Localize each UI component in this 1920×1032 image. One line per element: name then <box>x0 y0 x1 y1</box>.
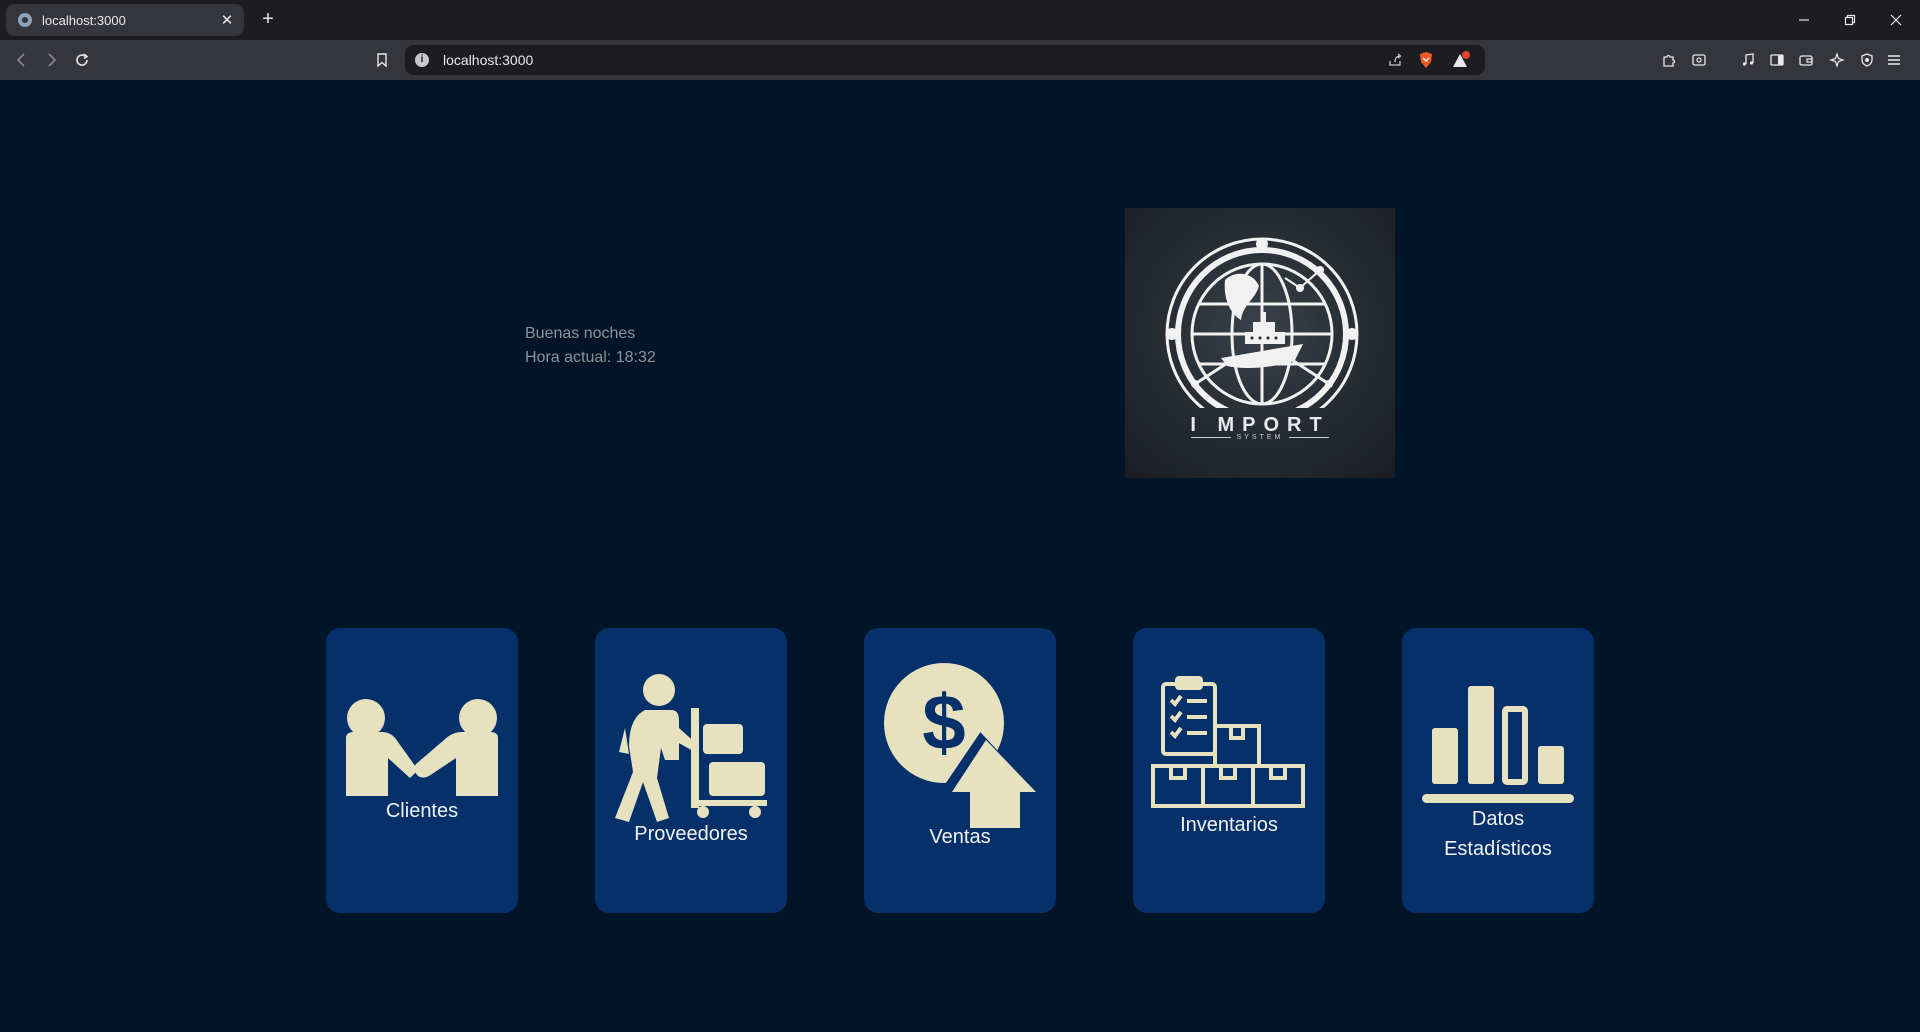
tab-strip: localhost:3000 ✕ + <box>0 0 1920 40</box>
back-icon[interactable] <box>10 48 34 72</box>
browser-tab[interactable]: localhost:3000 ✕ <box>6 4 244 36</box>
site-info-icon[interactable]: i <box>415 53 429 67</box>
forward-icon[interactable] <box>39 48 63 72</box>
bookmark-icon[interactable] <box>370 48 394 72</box>
globe-ship-emblem-icon <box>1165 237 1359 431</box>
card-proveedores[interactable]: Proveedores <box>595 628 787 913</box>
card-inventarios[interactable]: Inventarios <box>1133 628 1325 913</box>
logo-sub-text: SYSTEM <box>1125 434 1395 441</box>
bar-chart-icon <box>1422 686 1574 803</box>
card-label-estadisticos: Estadísticos <box>1444 838 1552 860</box>
address-bar[interactable]: i localhost:3000 <box>405 45 1485 75</box>
leo-ai-icon[interactable] <box>1825 48 1849 72</box>
card-clientes[interactable]: Clientes <box>326 628 518 913</box>
card-ventas[interactable]: $ Ventas <box>864 628 1056 913</box>
minimize-icon[interactable] <box>1784 0 1824 40</box>
handshake-icon <box>346 699 498 796</box>
close-window-icon[interactable] <box>1876 0 1916 40</box>
greeting-block: Buenas noches Hora actual: 18:32 <box>525 322 656 370</box>
import-system-logo: I MPORT SYSTEM <box>1125 208 1395 478</box>
wallet-icon[interactable] <box>1794 48 1818 72</box>
share-icon[interactable] <box>1387 52 1403 73</box>
media-icon[interactable] <box>1736 48 1760 72</box>
card-label-inventarios: Inventarios <box>1180 814 1278 836</box>
sidebar-icon[interactable] <box>1765 48 1789 72</box>
vpn-icon[interactable] <box>1855 48 1879 72</box>
tab-title: localhost:3000 <box>42 12 126 28</box>
brave-shields-icon[interactable] <box>1417 51 1435 74</box>
inventory-clipboard-icon <box>1151 676 1305 808</box>
extensions-icon[interactable] <box>1657 48 1681 72</box>
new-tab-button[interactable]: + <box>256 7 280 31</box>
greeting-text: Buenas noches <box>525 325 636 342</box>
card-label-ventas: Ventas <box>929 826 991 848</box>
tab-close-icon[interactable]: ✕ <box>216 11 238 29</box>
card-datos-estadisticos[interactable]: Datos Estadísticos <box>1402 628 1594 913</box>
reload-icon[interactable] <box>70 48 94 72</box>
menu-icon[interactable] <box>1882 48 1906 72</box>
card-label-datos: Datos <box>1471 808 1525 830</box>
card-label-clientes: Clientes <box>385 800 459 822</box>
brave-rewards-icon[interactable] <box>1451 51 1471 74</box>
current-time-text: Hora actual: 18:32 <box>525 349 656 366</box>
site-favicon-icon <box>18 13 32 27</box>
url-text: localhost:3000 <box>443 52 534 68</box>
svg-text:$: $ <box>922 678 965 766</box>
card-label-proveedores: Proveedores <box>634 823 748 845</box>
restore-icon[interactable] <box>1830 0 1870 40</box>
delivery-worker-icon <box>615 674 767 822</box>
sales-dollar-icon: $ <box>884 663 1036 831</box>
screenshot-icon[interactable] <box>1687 48 1711 72</box>
